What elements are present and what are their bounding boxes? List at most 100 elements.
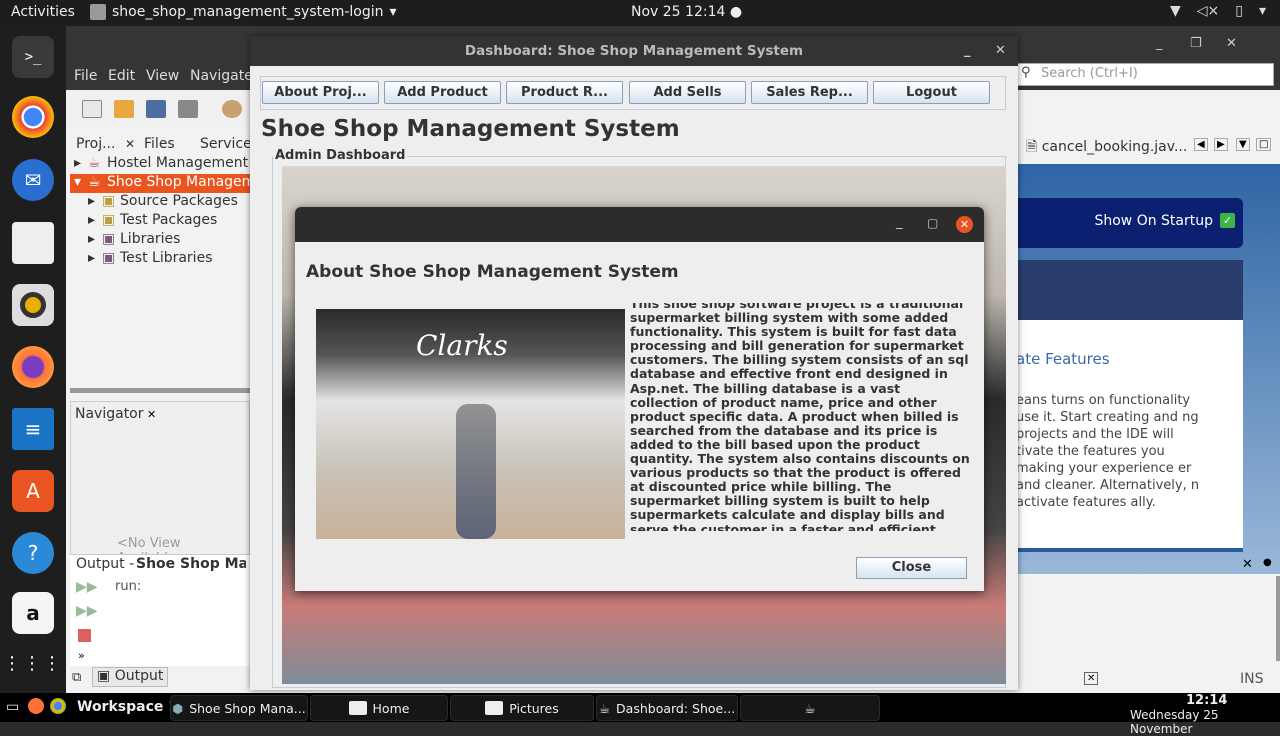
tab-files[interactable]: Files — [144, 136, 175, 152]
java-app-icon — [90, 4, 106, 20]
start-page-header: Show On Startup ✓ — [1016, 198, 1243, 248]
workspace-label[interactable]: Workspace 1 — [77, 699, 178, 715]
rhythmbox-icon[interactable] — [12, 284, 54, 326]
java-file-icon: 🗎 — [1026, 139, 1042, 155]
add-product-button[interactable]: Add Product — [384, 81, 501, 104]
about-project-button[interactable]: About Proj... — [262, 81, 379, 104]
amazon-icon[interactable]: a — [12, 592, 54, 634]
system-tray[interactable]: ▼ ◁× ▯ ▾ — [1170, 3, 1266, 19]
close-icon[interactable]: ✕ — [956, 216, 973, 233]
thunderbird-icon[interactable]: ✉ — [12, 159, 54, 201]
top-bar: Activities shoe_shop_management_system-l… — [0, 0, 1280, 26]
clock[interactable]: Nov 25 12:14 ● — [631, 4, 742, 20]
logout-button[interactable]: Logout — [873, 81, 990, 104]
sales-report-button[interactable]: Sales Rep... — [751, 81, 868, 104]
options-icon[interactable]: ● — [1263, 557, 1272, 568]
firefox-icon[interactable] — [28, 698, 44, 714]
taskbar-item[interactable]: ☕ Dashboard: Shoe... — [596, 695, 738, 721]
libreoffice-writer-icon[interactable]: ≡ — [12, 408, 54, 450]
tree-item[interactable]: ▸ ▣ Test Packages — [70, 212, 250, 231]
scroll-left-icon[interactable]: ◀ — [1194, 138, 1208, 151]
search-icon: ⚲ — [1021, 65, 1031, 80]
project-tree: ▸☕Hostel Management System ▾☕Shoe Shop M… — [70, 155, 250, 269]
show-apps-icon[interactable]: ⋮⋮⋮ — [3, 642, 61, 684]
scroll-right-icon[interactable]: ▶ — [1214, 138, 1228, 151]
new-project-icon[interactable] — [114, 100, 134, 118]
open-project-icon[interactable] — [146, 100, 166, 118]
insert-mode: INS — [1240, 671, 1264, 687]
save-all-icon[interactable] — [178, 100, 198, 118]
cancel-progress-icon[interactable]: ✕ — [1084, 672, 1099, 685]
firefox-icon[interactable] — [12, 346, 54, 388]
rerun-customized-icon[interactable]: ▶▶ — [76, 603, 98, 619]
taskbar-item-java[interactable]: ☕ — [740, 695, 880, 721]
minimize-icon[interactable]: _ — [964, 36, 971, 66]
new-file-icon[interactable] — [82, 100, 102, 118]
description-text[interactable]: This shoe shop software project is a tra… — [630, 303, 970, 531]
start-page: Show On Startup ✓ ate Features eans turn… — [1016, 164, 1280, 574]
tree-item-selected[interactable]: ▾☕Shoe Shop Management System — [70, 174, 250, 193]
output-text: run: — [115, 579, 142, 594]
show-desktop-icon[interactable]: ▭ — [6, 699, 19, 715]
features-text: eans turns on functionality use it. Star… — [1016, 393, 1200, 510]
taskbar-item[interactable]: Home — [310, 695, 448, 721]
close-tab-icon[interactable]: ✕ — [147, 408, 156, 421]
menu-edit[interactable]: Edit — [108, 68, 135, 84]
terminal-icon[interactable]: >_ — [12, 36, 54, 78]
maximize-icon[interactable]: ▢ — [927, 216, 938, 230]
horizontal-scrollbar[interactable] — [70, 388, 250, 393]
menu-navigate[interactable]: Navigate — [190, 68, 253, 84]
show-on-startup-checkbox[interactable]: ✓ — [1220, 213, 1235, 228]
dialog-heading: About Shoe Shop Management System — [306, 262, 679, 282]
navigator-tab[interactable]: Navigator — [75, 406, 144, 422]
close-output-icon[interactable]: ✕ — [1242, 557, 1253, 572]
dialog-titlebar: _ ▢ ✕ — [295, 207, 984, 242]
stop-icon[interactable] — [78, 629, 91, 642]
close-icon[interactable]: ✕ — [1226, 36, 1237, 51]
chrome-icon[interactable] — [12, 96, 54, 138]
rerun-icon[interactable]: ▶▶ — [76, 579, 98, 595]
output-minimized-tab[interactable]: ▣ Output — [92, 667, 169, 687]
system-menu-chevron-icon: ▾ — [1258, 3, 1266, 19]
minimize-icon[interactable]: _ — [1156, 36, 1163, 51]
help-icon[interactable]: ? — [12, 532, 54, 574]
editor-tab[interactable]: 🗎 cancel_booking.jav... — [1026, 136, 1187, 160]
close-button[interactable]: Close — [856, 557, 967, 579]
maximize-icon[interactable]: □ — [1256, 138, 1272, 151]
activities-button[interactable]: Activities — [11, 4, 75, 20]
page-title: Shoe Shop Management System — [261, 116, 680, 142]
close-tab-icon[interactable]: ✕ — [125, 137, 135, 151]
output-project: Shoe Shop Management System — [136, 556, 246, 572]
minimize-icon[interactable]: _ — [896, 215, 903, 230]
restore-window-icon[interactable]: ⧉ — [72, 670, 81, 685]
tab-projects[interactable]: Proj... — [76, 136, 115, 152]
tab-list-icon[interactable]: ▼ — [1236, 138, 1250, 151]
menu-file[interactable]: File — [74, 68, 97, 84]
restore-icon[interactable]: ❐ — [1190, 36, 1202, 51]
software-center-icon[interactable]: A — [12, 470, 54, 512]
features-panel: ate Features eans turns on functionality… — [1016, 320, 1243, 552]
taskbar-item[interactable]: Pictures — [450, 695, 594, 721]
taskbar-item[interactable]: ⬢ Shoe Shop Mana... — [170, 695, 308, 721]
close-icon[interactable]: ✕ — [995, 36, 1006, 66]
tree-item[interactable]: ▸☕Hostel Management System — [70, 155, 250, 174]
tree-item[interactable]: ▸ ▣ Test Libraries — [70, 250, 250, 269]
add-sells-button[interactable]: Add Sells — [629, 81, 746, 104]
tree-item[interactable]: ▸ ▣ Libraries — [70, 231, 250, 250]
chrome-icon[interactable] — [50, 698, 66, 714]
undo-icon[interactable] — [222, 100, 242, 118]
menu-view[interactable]: View — [146, 68, 179, 84]
navigator-panel: Navigator ✕ <No View Available> — [70, 401, 250, 576]
more-icon[interactable]: » — [78, 649, 85, 662]
product-report-button[interactable]: Product R... — [506, 81, 623, 104]
tree-item[interactable]: ▸ ▣ Source Packages — [70, 193, 250, 212]
app-menu[interactable]: shoe_shop_management_system-login ▾ — [90, 4, 397, 20]
about-dialog: _ ▢ ✕ About Shoe Shop Management System … — [295, 207, 984, 591]
search-input[interactable]: ⚲ Search (Ctrl+I) — [1016, 63, 1274, 86]
files-icon[interactable] — [12, 222, 54, 264]
vertical-scrollbar[interactable] — [1276, 576, 1280, 661]
app-name: shoe_shop_management_system-login — [112, 4, 384, 20]
folder-icon — [348, 701, 367, 715]
taskbar-date: Wednesday 25 November — [1130, 708, 1219, 736]
panel-label: Admin Dashboard — [273, 148, 408, 163]
